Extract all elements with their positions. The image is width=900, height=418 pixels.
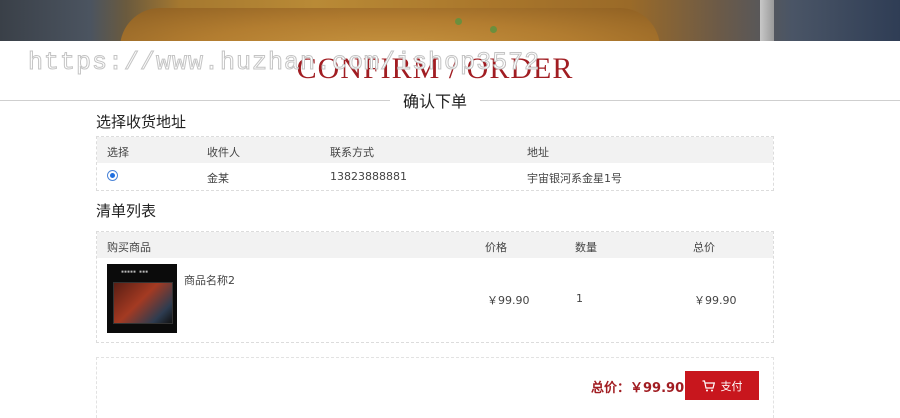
order-section-title: 清单列表: [96, 202, 157, 220]
header-banner-image: [0, 0, 900, 41]
recipient-phone: 13823888881: [330, 170, 407, 183]
header-price: 价格: [485, 241, 507, 254]
recipient-name: 金某: [207, 172, 229, 185]
cart-icon: [702, 379, 715, 392]
header-product: 购买商品: [107, 241, 151, 254]
table-row[interactable]: 金某 13823888881 宇宙银河系金星1号: [97, 163, 773, 190]
address-table-header: 选择 收件人 联系方式 地址: [97, 137, 773, 163]
address-table: 选择 收件人 联系方式 地址 金某 13823888881 宇宙银河系金星1号: [96, 136, 774, 191]
watermark-text: https://www.huzhan.com/ishop3572: [27, 48, 541, 78]
product-name[interactable]: 商品名称2: [184, 272, 235, 288]
order-table: 购买商品 价格 数量 总价 ▪▪▪▪▪ ▪▪▪ 商品名称2 ￥99.90 1 ￥…: [96, 231, 774, 343]
food-photo: [120, 8, 660, 41]
header-qty: 数量: [575, 241, 597, 254]
product-subtotal: ￥99.90: [694, 294, 737, 307]
total-label: 总价：: [591, 381, 631, 396]
header-phone: 联系方式: [330, 146, 374, 159]
product-price: ￥99.90: [487, 294, 530, 307]
garnish-dot: [490, 26, 497, 33]
header-total: 总价: [693, 241, 715, 254]
utensil-handle: [760, 0, 774, 41]
header-select: 选择: [107, 146, 129, 159]
recipient-address: 宇宙银河系金星1号: [527, 172, 622, 185]
thumbnail-artwork: ▪▪▪▪▪ ▪▪▪: [121, 269, 149, 275]
thumbnail-screen: [113, 282, 173, 324]
header-recipient: 收件人: [207, 146, 240, 159]
header-address: 地址: [527, 146, 549, 159]
page-title-cn: 确认下单: [390, 88, 480, 112]
product-qty: 1: [576, 292, 583, 305]
address-section-title: 选择收货地址: [96, 113, 187, 131]
pay-button-label: 支付: [720, 379, 743, 393]
pay-button[interactable]: 支付: [685, 371, 759, 400]
table-row: ▪▪▪▪▪ ▪▪▪ 商品名称2 ￥99.90 1 ￥99.90: [97, 258, 773, 342]
order-table-header: 购买商品 价格 数量 总价: [97, 232, 773, 258]
garnish-dot: [455, 18, 462, 25]
total-value: ￥99.90: [630, 381, 685, 396]
product-thumbnail[interactable]: ▪▪▪▪▪ ▪▪▪: [107, 264, 177, 333]
address-radio[interactable]: [107, 170, 118, 181]
